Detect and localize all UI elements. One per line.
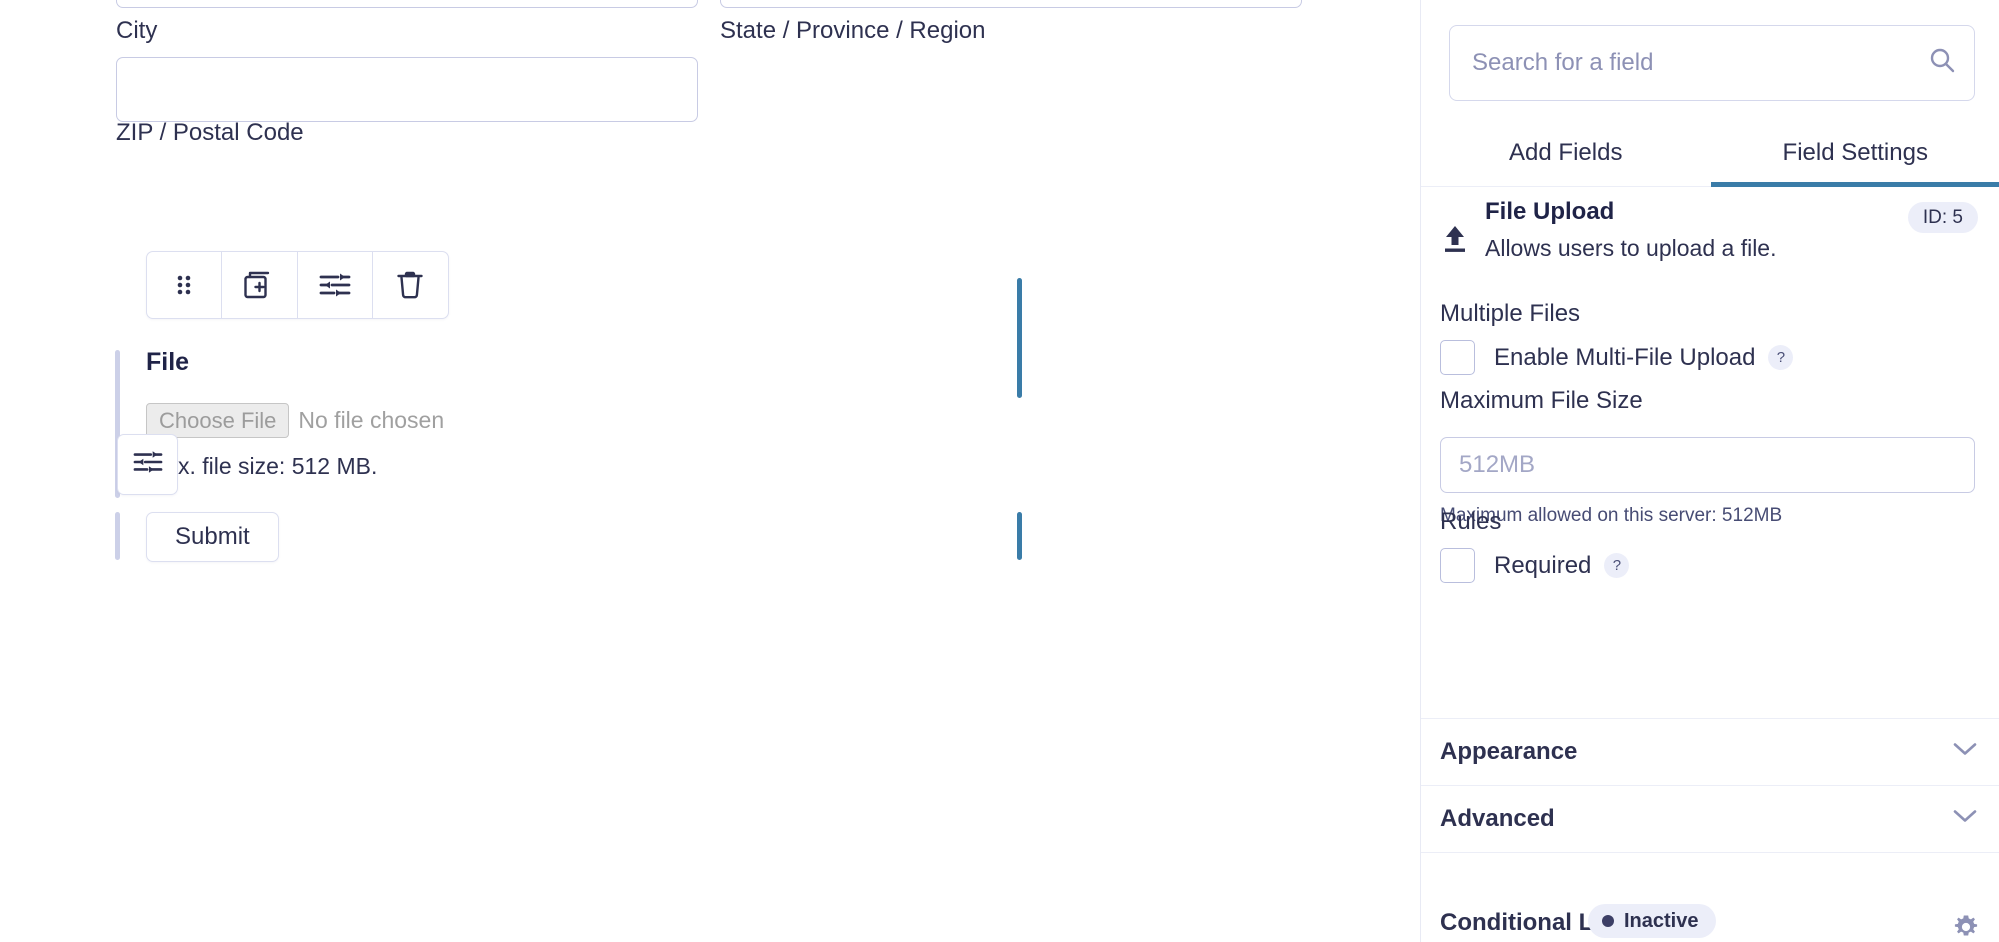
zip-postal-code-input[interactable] [116, 57, 698, 122]
drag-handle-icon [174, 271, 194, 299]
accordion-advanced-label: Advanced [1440, 805, 1555, 832]
divider [1421, 852, 1999, 853]
enable-multi-file-upload-checkbox[interactable] [1440, 340, 1475, 375]
file-upload-field-block[interactable]: File Choose File No file chosen Max. fil… [115, 350, 1295, 498]
address-line-input-1[interactable] [116, 0, 698, 8]
form-settings-button[interactable] [117, 434, 178, 495]
field-settings-button[interactable] [298, 252, 373, 318]
group-label-multiple-files: Multiple Files [1440, 300, 1581, 327]
chevron-down-icon [1952, 742, 1978, 763]
field-header: File Upload Allows users to upload a fil… [1421, 200, 1999, 274]
enable-multi-file-upload-label: Enable Multi-File Upload [1494, 343, 1756, 371]
file-field-title: File [146, 348, 190, 376]
maximum-file-size-input[interactable] [1440, 437, 1975, 493]
submit-block: Submit [115, 512, 1295, 562]
address-line-input-2[interactable] [720, 0, 1302, 8]
field-settings-panel: Add Fields Field Settings File Upload Al… [1420, 0, 1999, 942]
duplicate-icon [242, 268, 276, 302]
field-search-input[interactable] [1449, 25, 1975, 101]
status-badge: Inactive [1588, 904, 1717, 938]
field-rail-right-selected [1017, 278, 1022, 398]
field-duplicate-button[interactable] [222, 252, 298, 318]
status-dot-icon [1602, 915, 1614, 927]
accordion-appearance[interactable]: Appearance [1421, 719, 1999, 785]
submit-rail-left [115, 512, 120, 560]
status-badge-text: Inactive [1624, 910, 1699, 932]
file-chooser-row[interactable]: Choose File No file chosen [146, 403, 445, 439]
panel-tabs: Add Fields Field Settings [1421, 139, 1999, 187]
field-label-zip: ZIP / Postal Code [116, 119, 304, 146]
settings-sliders-icon [318, 270, 352, 300]
required-rule-row[interactable]: Required ? [1440, 548, 1630, 583]
choose-file-button[interactable]: Choose File [146, 403, 290, 439]
trash-icon [395, 268, 425, 302]
field-delete-button[interactable] [373, 252, 448, 318]
field-label-city: City [116, 17, 158, 44]
enable-multi-file-upload-row[interactable]: Enable Multi-File Upload ? [1440, 340, 1794, 375]
submit-rail-right [1017, 512, 1022, 560]
settings-sliders-icon [132, 448, 164, 481]
accordion-appearance-label: Appearance [1440, 738, 1578, 765]
chevron-down-icon [1952, 809, 1978, 830]
tab-add-fields[interactable]: Add Fields [1421, 139, 1711, 186]
submit-button[interactable]: Submit [146, 512, 279, 562]
field-id-badge: ID: 5 [1907, 202, 1978, 233]
group-label-rules: Rules [1440, 508, 1502, 535]
field-action-toolbar [146, 251, 449, 319]
help-icon[interactable]: ? [1768, 345, 1794, 370]
form-builder-screen: City State / Province / Region ZIP / Pos… [0, 0, 1999, 942]
required-label: Required [1494, 551, 1592, 579]
form-canvas: City State / Province / Region ZIP / Pos… [0, 0, 1420, 942]
no-file-chosen-text: No file chosen [298, 407, 445, 434]
field-drag-handle-button[interactable] [147, 252, 223, 318]
tab-field-settings[interactable]: Field Settings [1710, 139, 1999, 187]
field-header-description: Allows users to upload a file. [1485, 235, 1777, 261]
gear-icon[interactable] [1952, 913, 1980, 942]
conditional-logic-row[interactable]: Conditional Logic Inactive [1421, 902, 1999, 942]
max-file-size-note: Max. file size: 512 MB. [146, 453, 378, 480]
required-checkbox[interactable] [1440, 548, 1475, 583]
help-icon[interactable]: ? [1604, 553, 1630, 578]
upload-icon [1438, 222, 1472, 261]
field-header-title: File Upload [1485, 198, 1615, 225]
group-label-maximum-file-size: Maximum File Size [1440, 387, 1643, 414]
field-label-state: State / Province / Region [720, 17, 986, 44]
accordion-advanced[interactable]: Advanced [1421, 786, 1999, 852]
field-search-wrap [1449, 25, 1975, 101]
